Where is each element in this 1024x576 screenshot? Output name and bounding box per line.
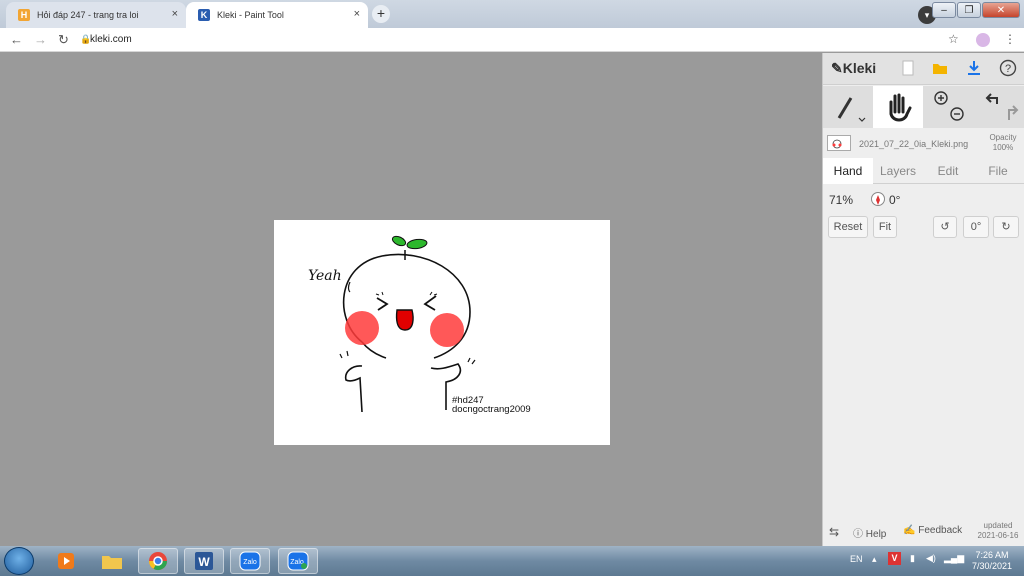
help-icon[interactable]: ? xyxy=(999,59,1017,77)
right-blush xyxy=(430,313,464,347)
updated-label: updated xyxy=(983,521,1013,530)
url-field[interactable]: kleki.com xyxy=(90,34,132,45)
brush-icon xyxy=(837,97,866,122)
fit-button[interactable]: Fit xyxy=(873,216,897,238)
swap-arrows-icon[interactable]: ⇆ xyxy=(829,525,839,539)
download-icon[interactable] xyxy=(965,59,983,77)
undo-redo-icon xyxy=(985,93,1019,120)
tab-edit[interactable]: Edit xyxy=(923,158,973,184)
close-icon[interactable]: × xyxy=(354,8,360,20)
hand-icon xyxy=(889,93,912,122)
language-indicator[interactable]: EN xyxy=(850,554,863,564)
rotate-right-icon[interactable]: ↻ xyxy=(993,216,1019,238)
tab-hand[interactable]: Hand xyxy=(823,158,873,184)
taskbar-clock[interactable]: 7:26 AM 7/30/2021 xyxy=(964,550,1020,572)
start-button[interactable] xyxy=(4,547,34,575)
word-icon[interactable]: W xyxy=(184,548,224,574)
clock-date: 7/30/2021 xyxy=(971,561,1013,571)
media-player-icon[interactable] xyxy=(46,548,86,574)
tab-kleki[interactable]: K Kleki - Paint Tool × xyxy=(186,2,368,28)
tab-file[interactable]: File xyxy=(973,158,1023,184)
reload-icon[interactable]: ↻ xyxy=(58,32,69,48)
zalo-icon[interactable]: Zalo xyxy=(230,548,270,574)
brush-tool-button[interactable] xyxy=(823,86,871,128)
hoidap-favicon-icon: H xyxy=(18,9,30,21)
tab-strip: H Hỏi đáp 247 - trang tra loi × K Kleki … xyxy=(0,0,1024,28)
kleki-logo: ✎Kleki xyxy=(831,60,877,76)
author-text: docngoctrang2009 xyxy=(452,404,531,415)
zalo-label: Zalo xyxy=(243,559,257,566)
bookmark-star-icon[interactable]: ☆ xyxy=(948,32,959,46)
tab-layers[interactable]: Layers xyxy=(873,158,923,184)
feedback-link[interactable]: ✍ Feedback xyxy=(903,525,962,536)
browser-menu-icon[interactable]: ⋮ xyxy=(1004,32,1016,46)
tray-expand-icon[interactable]: ▴ xyxy=(872,554,877,565)
new-file-icon[interactable] xyxy=(899,59,917,77)
hand-tool-button[interactable] xyxy=(873,86,923,128)
compass-icon xyxy=(871,192,885,206)
speech-text: Yeah xyxy=(308,268,342,284)
canvas-thumbnail[interactable] xyxy=(827,135,851,151)
opacity-value: 100% xyxy=(992,143,1014,152)
tab-title: Kleki - Paint Tool xyxy=(217,10,284,20)
layer-file-row: 2021_07_22_0ia_Kleki.png Opacity 100% xyxy=(823,130,1024,156)
opacity-readout[interactable]: Opacity 100% xyxy=(983,133,1023,153)
zoom-tool-buttons[interactable] xyxy=(927,86,971,128)
undo-redo-buttons[interactable] xyxy=(975,86,1023,128)
kleki-side-panel: ✎Kleki ? 2021_07_22_0ia_Kleki.png Opacit… xyxy=(822,53,1024,546)
back-arrow-icon[interactable]: ← xyxy=(10,32,23,47)
tool-bar xyxy=(823,86,1024,128)
opacity-label: Opacity xyxy=(989,133,1017,142)
zalo-chat-icon[interactable]: Zalo xyxy=(278,548,318,574)
panel-footer: ⇆ ⓘ Help ✍ Feedback updated 2021-06-16 xyxy=(823,519,1024,546)
rotation-angle: 0° xyxy=(889,193,901,207)
svg-text:?: ? xyxy=(1005,63,1011,75)
maximize-button[interactable]: ❐ xyxy=(957,2,981,18)
feedback-label: Feedback xyxy=(918,525,963,536)
battery-icon[interactable]: ▮ xyxy=(910,553,915,564)
tray-app-icon[interactable]: V xyxy=(888,552,901,565)
help-label: Help xyxy=(865,529,887,540)
taskbar: W Zalo Zalo EN ▴ V ▮ ◀) ▂▄▆ 7:26 AM 7/30… xyxy=(0,546,1024,576)
left-blush xyxy=(345,311,379,345)
network-icon[interactable]: ▂▄▆ xyxy=(944,553,964,564)
drawing-canvas[interactable]: Yeah #hd247 docngoctrang2009 xyxy=(274,220,610,445)
tab-hoidap[interactable]: H Hỏi đáp 247 - trang tra loi × xyxy=(6,2,186,28)
updated-date: 2021-06-16 xyxy=(977,531,1019,540)
updated-info: updated 2021-06-16 xyxy=(973,521,1023,541)
extension-icon[interactable] xyxy=(976,33,990,47)
tab-title: Hỏi đáp 247 - trang tra loi xyxy=(37,10,139,20)
zoom-in-out-icon xyxy=(934,91,964,121)
zoom-level: 71% xyxy=(829,193,854,207)
close-window-button[interactable]: ✕ xyxy=(982,2,1020,18)
kleki-favicon-icon: K xyxy=(198,9,210,21)
chrome-icon[interactable] xyxy=(138,548,178,574)
volume-icon[interactable]: ◀) xyxy=(926,553,936,564)
address-bar: ← → ↻ 🔒 kleki.com ☆ ⋮ xyxy=(0,28,1024,52)
drawing-artwork: Yeah #hd247 docngoctrang2009 xyxy=(308,235,531,415)
new-tab-button[interactable]: + xyxy=(372,5,390,23)
clock-time: 7:26 AM xyxy=(975,550,1009,560)
file-name: 2021_07_22_0ia_Kleki.png xyxy=(859,139,969,149)
file-explorer-icon[interactable] xyxy=(92,548,132,574)
svg-text:W: W xyxy=(198,555,210,569)
reset-button[interactable]: Reset xyxy=(828,216,868,238)
open-folder-icon[interactable] xyxy=(931,59,949,77)
help-link[interactable]: ⓘ Help xyxy=(853,525,886,540)
rotation-value-button[interactable]: 0° xyxy=(963,216,989,238)
panel-header: ✎Kleki ? xyxy=(823,53,1024,85)
minimize-button[interactable]: – xyxy=(932,2,956,18)
close-icon[interactable]: × xyxy=(172,8,178,20)
panel-tabs: Hand Layers Edit File xyxy=(823,158,1024,184)
forward-arrow-icon[interactable]: → xyxy=(34,32,47,47)
rotate-left-icon[interactable]: ↺ xyxy=(933,216,957,238)
window-controls: – ❐ ✕ xyxy=(932,2,1020,18)
